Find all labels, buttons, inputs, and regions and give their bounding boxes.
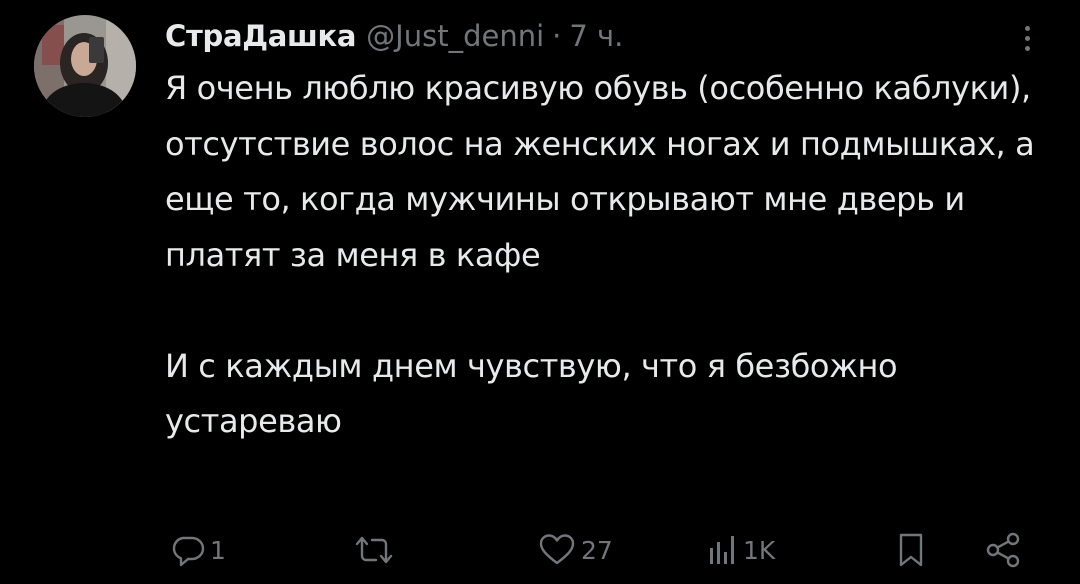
tweet-paragraph: И с каждым днем чувствую, что я безбожно…: [165, 346, 898, 441]
timestamp[interactable]: 7 ч.: [569, 19, 623, 53]
reply-icon: [172, 536, 205, 567]
tweet-paragraph: Я очень люблю красивую обувь (особенно к…: [165, 69, 1035, 274]
share-icon: [986, 532, 1020, 568]
more-dot: [1024, 45, 1030, 51]
tweet[interactable]: СтраДашка @Just_denni · 7 ч. Я очень люб…: [0, 0, 1080, 584]
retweet-button[interactable]: [352, 525, 400, 575]
more-icon[interactable]: [1016, 18, 1038, 58]
views-count: 1K: [743, 535, 776, 565]
tweet-text: Я очень люблю красивую обувь (особенно к…: [165, 61, 1045, 450]
handle[interactable]: @Just_denni: [366, 19, 544, 53]
like-count: 27: [581, 535, 613, 565]
action-bar: 1 27 1K: [0, 525, 1080, 575]
reply-count: 1: [210, 535, 226, 565]
bookmark-icon: [899, 533, 923, 567]
views-button[interactable]: 1K: [705, 525, 775, 575]
share-button[interactable]: [984, 525, 1024, 575]
like-button[interactable]: 27: [537, 525, 613, 575]
avatar[interactable]: [34, 15, 136, 117]
reply-button[interactable]: 1: [170, 525, 226, 575]
more-dot: [1024, 35, 1030, 41]
avatar-image: [34, 15, 136, 117]
bookmark-button[interactable]: [893, 525, 929, 575]
retweet-icon: [355, 536, 393, 564]
heart-icon: [539, 534, 575, 565]
more-dot: [1024, 25, 1030, 31]
separator-dot: ·: [552, 19, 562, 53]
tweet-header: СтраДашка @Just_denni · 7 ч.: [165, 14, 623, 58]
display-name[interactable]: СтраДашка: [165, 19, 356, 53]
views-icon: [710, 536, 734, 564]
